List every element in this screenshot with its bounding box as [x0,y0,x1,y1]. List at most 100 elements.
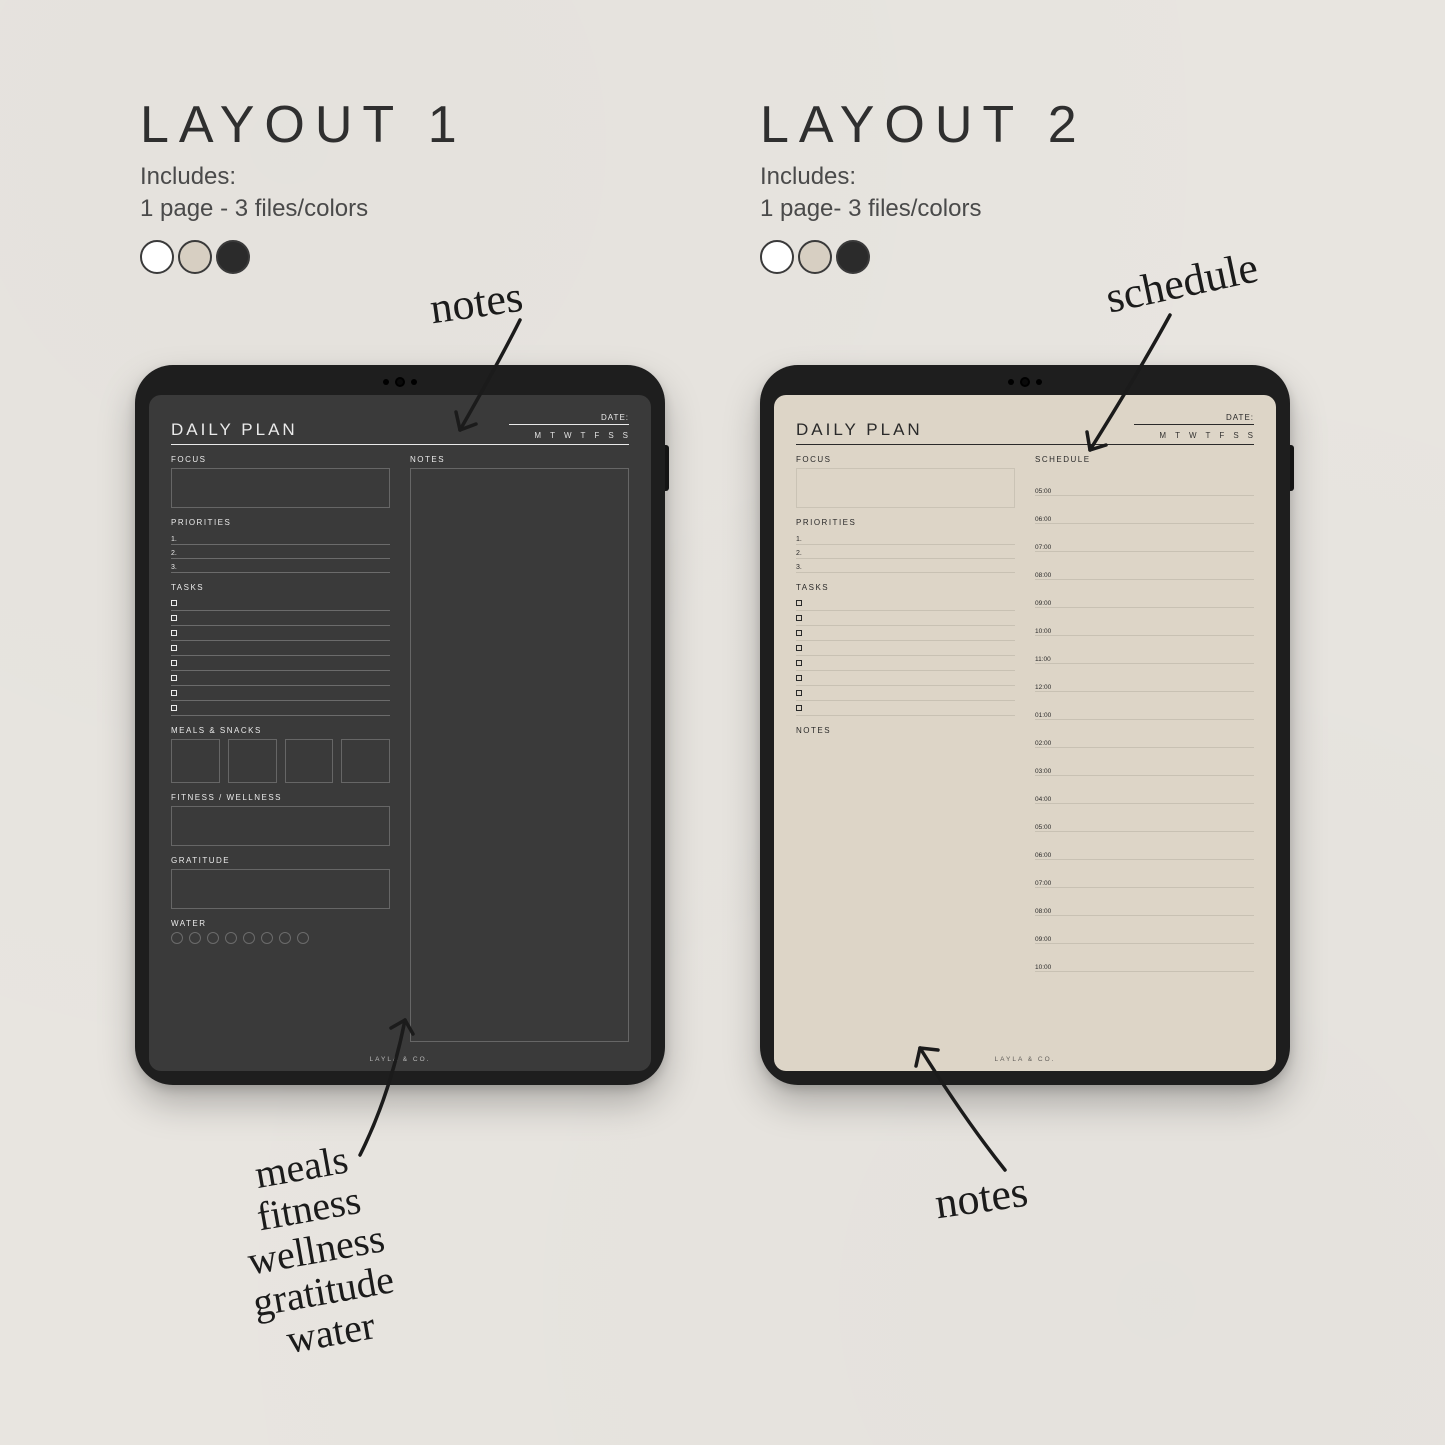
schedule-line: 08:00 [1035,888,1254,916]
task-line [796,701,1015,716]
schedule-time: 02:00 [1035,740,1053,747]
checkbox-icon [171,600,177,606]
task-line [171,611,390,626]
task-line [171,596,390,611]
focus-label: FOCUS [796,455,1015,464]
day-s2: S [623,431,629,440]
tablet-layout2: DAILY PLAN DATE: M T W T F S S [760,365,1290,1085]
arrow-icon [430,300,590,460]
task-line [171,671,390,686]
schedule-time: 08:00 [1035,908,1053,915]
checkbox-icon [796,705,802,711]
schedule-time: 06:00 [1035,852,1053,859]
planner-right-col: SCHEDULE 05:0006:0007:0008:0009:0010:001… [1035,455,1254,1049]
tasks-label: TASKS [171,583,390,592]
task-line [796,671,1015,686]
water-circle-icon [279,932,291,944]
layout2-subtitle: Includes: 1 page- 3 files/colors [760,161,1240,226]
schedule-line: 01:00 [1035,692,1254,720]
layout2-title: LAYOUT 2 [760,95,1240,155]
schedule-time: 09:00 [1035,600,1053,607]
focus-box [796,468,1015,508]
schedule-time: 05:00 [1035,824,1053,831]
task-line [796,641,1015,656]
priority-line: 1. [171,531,390,545]
planner-screen-dark: DAILY PLAN DATE: M T W T F S S [149,395,651,1071]
focus-box [171,468,390,508]
task-line [171,656,390,671]
water-label: WATER [171,919,390,928]
checkbox-icon [171,660,177,666]
water-circle-icon [243,932,255,944]
checkbox-icon [796,690,802,696]
checkbox-icon [796,645,802,651]
annotation-list: meals fitness wellness gratitude water [228,1134,404,1365]
priorities-label: PRIORITIES [796,518,1015,527]
meal-box [228,739,277,783]
priority-line: 2. [796,545,1015,559]
schedule-line: 02:00 [1035,720,1254,748]
day-f: F [1219,431,1225,440]
task-line [796,611,1015,626]
schedule-line: 08:00 [1035,552,1254,580]
layout1-swatches [140,240,620,274]
task-line [171,641,390,656]
checkbox-icon [171,675,177,681]
checkbox-icon [171,705,177,711]
schedule-line: 12:00 [1035,664,1254,692]
water-circle-icon [225,932,237,944]
checkbox-icon [171,615,177,621]
arrow-icon [340,1005,480,1165]
gratitude-label: GRATITUDE [171,856,390,865]
notes-box [410,468,629,1042]
water-circle-icon [297,932,309,944]
task-line [171,626,390,641]
priority-line: 1. [796,531,1015,545]
layout1-subtitle: Includes: 1 page - 3 files/colors [140,161,620,226]
schedule-time: 08:00 [1035,572,1053,579]
schedule-line: 04:00 [1035,776,1254,804]
schedule-line: 07:00 [1035,524,1254,552]
layout1-includes-label: Includes: [140,163,236,190]
water-circle-icon [189,932,201,944]
schedule-time: 06:00 [1035,516,1053,523]
tablet-layout1: DAILY PLAN DATE: M T W T F S S [135,365,665,1085]
day-s2: S [1248,431,1254,440]
schedule-time: 07:00 [1035,880,1053,887]
priority-line: 2. [171,545,390,559]
checkbox-icon [796,660,802,666]
layout1-header: LAYOUT 1 Includes: 1 page - 3 files/colo… [140,95,620,274]
arrow-icon [1050,300,1210,470]
layout1-title: LAYOUT 1 [140,95,620,155]
checkbox-icon [171,630,177,636]
planner-left-col: FOCUS PRIORITIES 1. 2. 3. TASKS MEALS & … [171,455,390,1049]
schedule-time: 03:00 [1035,768,1053,775]
planner-screen-beige: DAILY PLAN DATE: M T W T F S S [774,395,1276,1071]
schedule-time: 12:00 [1035,684,1053,691]
water-circle-icon [261,932,273,944]
schedule-time: 09:00 [1035,936,1053,943]
schedule-line: 06:00 [1035,496,1254,524]
schedule-line: 09:00 [1035,916,1254,944]
tasks-list [171,596,390,716]
layout2-header: LAYOUT 2 Includes: 1 page- 3 files/color… [760,95,1240,274]
schedule-time: 05:00 [1035,488,1053,495]
planner-right-col: NOTES [410,455,629,1049]
meals-row [171,739,390,783]
day-s: S [608,431,614,440]
checkbox-icon [796,600,802,606]
priority-line: 3. [796,559,1015,573]
schedule-line: 05:00 [1035,468,1254,496]
checkbox-icon [171,645,177,651]
checkbox-icon [796,630,802,636]
checkbox-icon [796,675,802,681]
swatch-black-icon [216,240,250,274]
schedule-list: 05:0006:0007:0008:0009:0010:0011:0012:00… [1035,468,1254,972]
schedule-time: 07:00 [1035,544,1053,551]
schedule-line: 11:00 [1035,636,1254,664]
schedule-time: 04:00 [1035,796,1053,803]
day-s: S [1233,431,1239,440]
tablet-camera-icon [383,377,417,387]
task-line [796,626,1015,641]
task-line [796,686,1015,701]
